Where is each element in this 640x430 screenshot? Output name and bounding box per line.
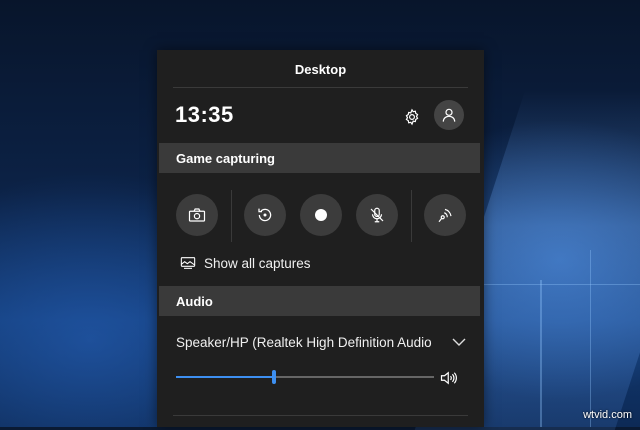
- rewind-record-icon: [258, 208, 272, 222]
- screenshot-button[interactable]: [176, 194, 218, 236]
- wallpaper-pane-line: [540, 280, 542, 427]
- show-all-captures-link[interactable]: Show all captures: [180, 254, 311, 272]
- profile-button[interactable]: [434, 100, 464, 130]
- camera-icon: [188, 208, 206, 222]
- start-recording-button[interactable]: [300, 194, 342, 236]
- broadcast-icon: [438, 208, 452, 223]
- broadcast-button[interactable]: [424, 194, 466, 236]
- divider: [231, 190, 232, 242]
- gear-icon: [405, 108, 419, 126]
- game-capturing-header: Game capturing: [159, 143, 480, 173]
- divider: [173, 415, 468, 416]
- divider: [173, 87, 468, 88]
- speaker-icon[interactable]: [440, 370, 458, 386]
- show-all-captures-label: Show all captures: [204, 255, 311, 271]
- gallery-icon: [180, 257, 196, 269]
- person-icon: [442, 108, 456, 122]
- divider: [411, 190, 412, 242]
- panel-title: Desktop: [294, 62, 347, 77]
- clock-time: 13:35: [175, 102, 234, 127]
- game-bar-panel: Desktop 13:35 Game capturing Show all ca…: [157, 50, 484, 427]
- audio-device-name: Speaker/HP (Realtek High Definition Audi…: [176, 334, 432, 350]
- microphone-muted-icon: [370, 207, 384, 223]
- slider-fill: [176, 376, 275, 378]
- wallpaper-pane-line: [590, 250, 591, 427]
- chevron-down-icon: [452, 338, 466, 346]
- settings-button[interactable]: [401, 106, 423, 128]
- microphone-button[interactable]: [356, 194, 398, 236]
- volume-slider[interactable]: [176, 370, 434, 384]
- audio-device-dropdown[interactable]: Speaker/HP (Realtek High Definition Audi…: [176, 332, 466, 352]
- wallpaper-pane-line: [484, 284, 640, 285]
- section-title: Audio: [176, 293, 213, 309]
- record-dot-icon: [315, 209, 327, 221]
- audio-header: Audio: [159, 286, 480, 316]
- section-title: Game capturing: [176, 150, 275, 166]
- slider-thumb[interactable]: [272, 370, 277, 384]
- record-last-button[interactable]: [244, 194, 286, 236]
- watermark-text: wtvid.com: [583, 409, 632, 421]
